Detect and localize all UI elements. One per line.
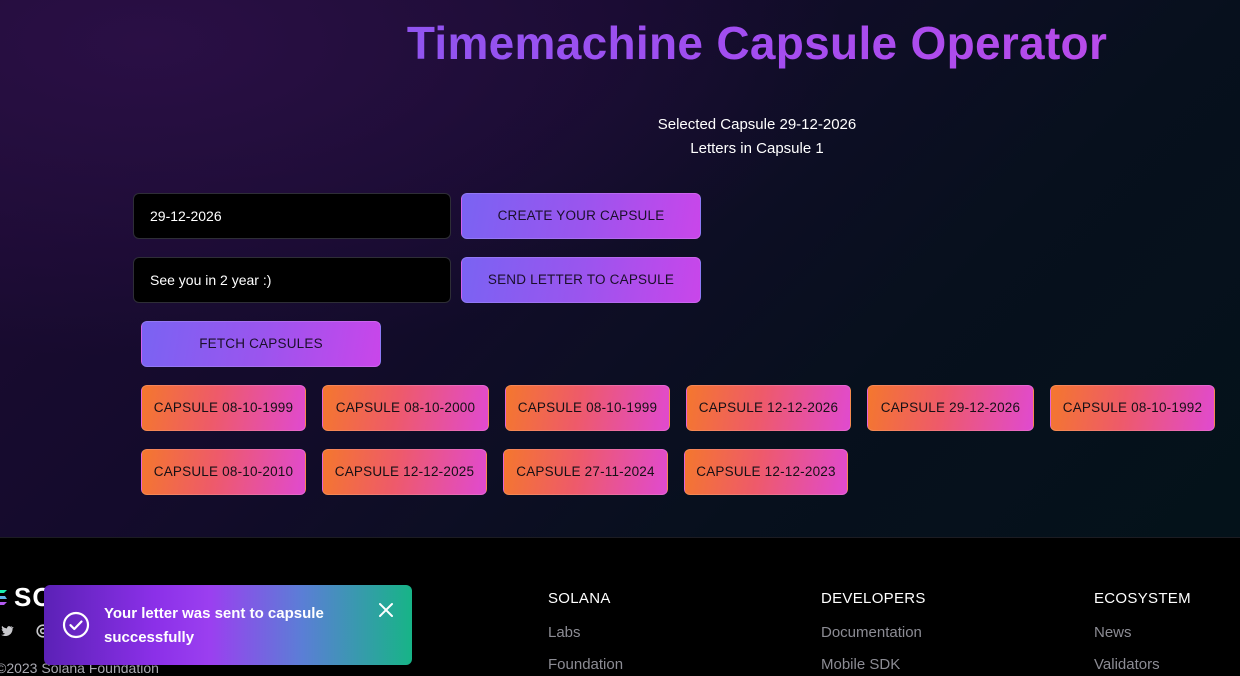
footer-link-news[interactable]: News: [1094, 624, 1132, 641]
check-circle-icon: [62, 611, 90, 639]
footer-link-labs[interactable]: Labs: [548, 624, 581, 641]
toast-message: Your letter was sent to capsule successf…: [104, 605, 324, 646]
capsule-button[interactable]: CAPSULE 12-12-2023: [684, 449, 848, 495]
footer-link-validators[interactable]: Validators: [1094, 656, 1160, 673]
capsule-button[interactable]: CAPSULE 29-12-2026: [867, 385, 1034, 431]
capsule-button[interactable]: CAPSULE 12-12-2026: [686, 385, 851, 431]
capsule-button[interactable]: CAPSULE 08-10-2010: [141, 449, 306, 495]
twitter-icon[interactable]: [0, 624, 14, 638]
footer-heading-solana: SOLANA: [548, 590, 611, 607]
letter-input[interactable]: [133, 257, 451, 303]
create-capsule-button[interactable]: CREATE YOUR CAPSULE: [461, 193, 701, 239]
solana-logo[interactable]: SO: [0, 583, 53, 611]
success-toast: Your letter was sent to capsule successf…: [44, 585, 412, 665]
footer-link-foundation[interactable]: Foundation: [548, 656, 623, 673]
footer-heading-developers: DEVELOPERS: [821, 590, 926, 607]
close-icon[interactable]: [376, 600, 396, 620]
selected-capsule-text: Selected Capsule 29-12-2026: [657, 116, 857, 133]
send-letter-button[interactable]: SEND LETTER TO CAPSULE: [461, 257, 701, 303]
letters-count-text: Letters in Capsule 1: [690, 140, 824, 157]
capsule-button[interactable]: CAPSULE 08-10-1999: [505, 385, 670, 431]
capsule-button[interactable]: CAPSULE 08-10-2000: [322, 385, 489, 431]
capsule-date-input[interactable]: [133, 193, 451, 239]
footer-link-documentation[interactable]: Documentation: [821, 624, 922, 641]
capsule-button[interactable]: CAPSULE 12-12-2025: [322, 449, 487, 495]
solana-mark-icon: [0, 590, 7, 605]
capsule-button[interactable]: CAPSULE 08-10-1992: [1050, 385, 1215, 431]
page-title: Timemachine Capsule Operator: [0, 16, 1240, 70]
capsule-button[interactable]: CAPSULE 27-11-2024: [503, 449, 668, 495]
capsule-button[interactable]: CAPSULE 08-10-1999: [141, 385, 306, 431]
hero-section: Timemachine Capsule Operator Selected Ca…: [0, 0, 1240, 538]
fetch-capsules-button[interactable]: FETCH CAPSULES: [141, 321, 381, 367]
footer-link-mobile-sdk[interactable]: Mobile SDK: [821, 656, 900, 673]
footer-heading-ecosystem: ECOSYSTEM: [1094, 590, 1191, 607]
